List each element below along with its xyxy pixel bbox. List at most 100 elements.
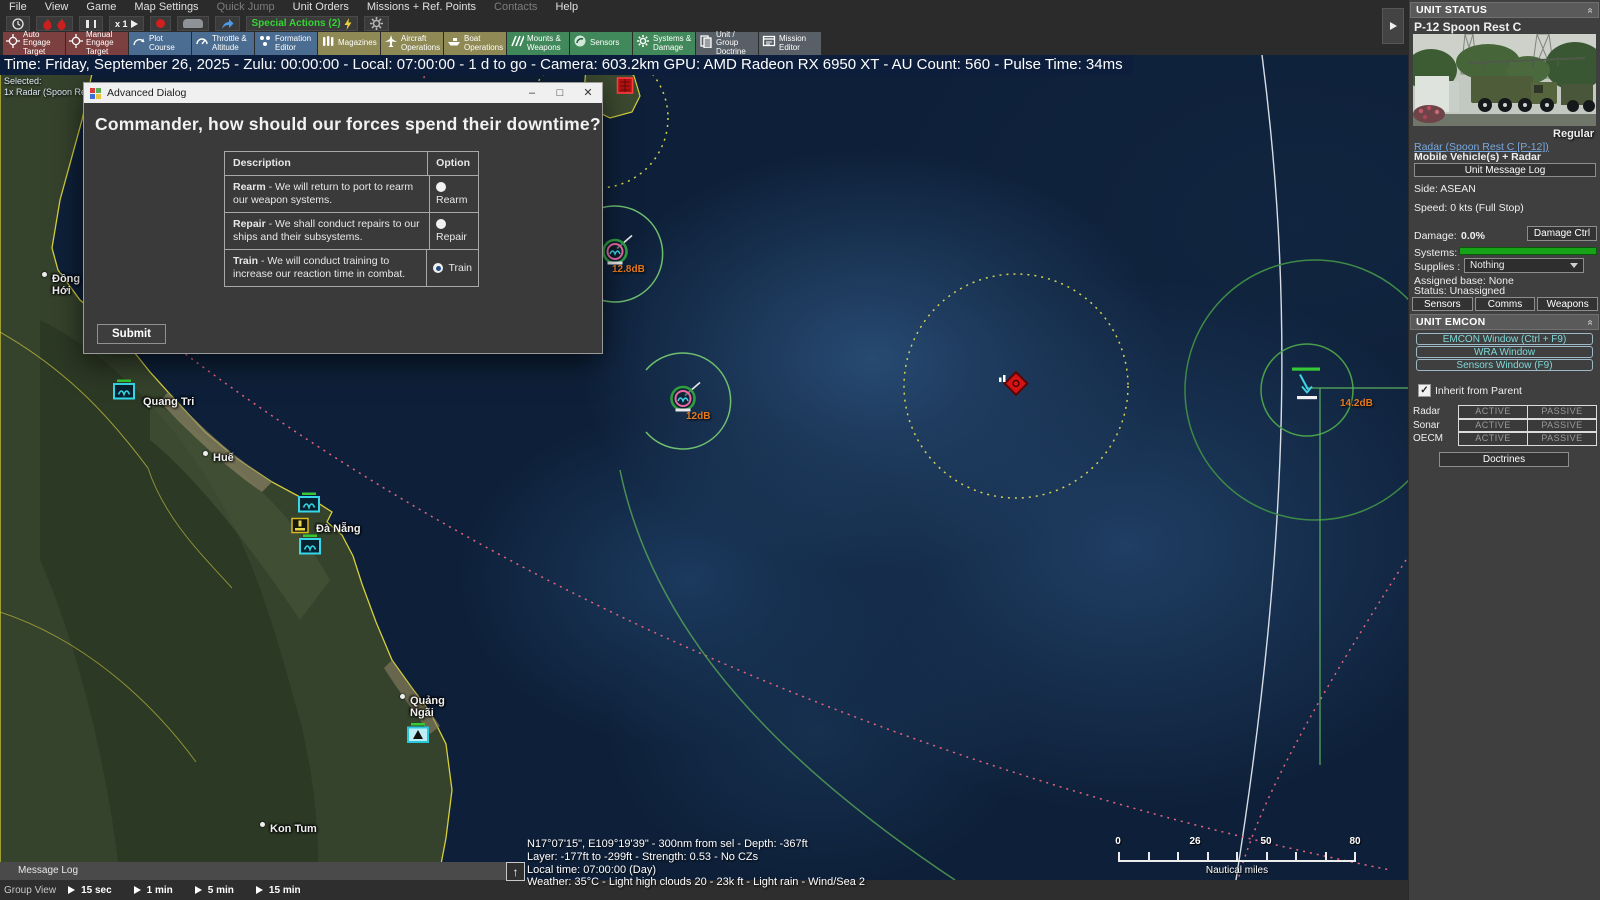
- menu-help[interactable]: Help: [546, 0, 587, 15]
- play-icon: [195, 886, 202, 894]
- radio-button[interactable]: [433, 263, 443, 273]
- sensors-window-f9-button[interactable]: Sensors Window (F9): [1416, 359, 1593, 371]
- hostile-diamond-symbol[interactable]: [996, 368, 1036, 405]
- radar-vehicle-symbol[interactable]: [112, 380, 138, 407]
- map-scale-bar: 0265080 Nautical miles: [1118, 836, 1356, 876]
- maximize-button[interactable]: □: [546, 83, 574, 103]
- menu-file[interactable]: File: [0, 0, 36, 15]
- supplies-dropdown[interactable]: Nothing: [1464, 258, 1584, 273]
- lightning-icon: [344, 18, 352, 30]
- settings-button[interactable]: [364, 16, 389, 31]
- radio-button[interactable]: [436, 182, 446, 192]
- inherit-checkbox[interactable]: ✓: [1418, 384, 1431, 397]
- scale-tick-label: 80: [1349, 836, 1360, 847]
- toolbar-throttle-altitude[interactable]: Throttle &Altitude: [192, 32, 254, 55]
- flame-icon: [56, 18, 67, 30]
- status-label: Status: Unassigned: [1414, 285, 1505, 297]
- radar-vehicle-symbol[interactable]: [298, 535, 324, 562]
- time-step-15-min[interactable]: 15 min: [256, 885, 301, 896]
- toolbar-aircraft-operations[interactable]: AircraftOperations: [381, 32, 443, 55]
- crosshair-icon: [69, 34, 83, 53]
- quick-action-bar: x 1 Special Actions (2): [0, 15, 1600, 32]
- clock-button[interactable]: [6, 16, 30, 31]
- emcon-window-ctrl-f9-button[interactable]: EMCON Window (Ctrl + F9): [1416, 333, 1593, 345]
- unit-tab-sensors[interactable]: Sensors: [1412, 297, 1473, 311]
- unit-emcon-header[interactable]: UNIT EMCON »: [1410, 314, 1599, 330]
- menu-missions-ref-points[interactable]: Missions + Ref. Points: [358, 0, 485, 15]
- intensity-button[interactable]: [36, 16, 73, 31]
- unit-status-header[interactable]: UNIT STATUS »: [1410, 2, 1599, 18]
- mission-icon: [762, 34, 776, 53]
- menu-game[interactable]: Game: [77, 0, 125, 15]
- emcon-radar-active[interactable]: ACTIVE: [1458, 405, 1528, 419]
- toolbar-systems-damage[interactable]: Systems &Damage: [633, 32, 695, 55]
- doctrine-icon: [699, 34, 713, 53]
- unit-message-log-button[interactable]: Unit Message Log: [1414, 163, 1596, 177]
- toolbar-mounts-weapons[interactable]: Mounts &Weapons: [507, 32, 569, 55]
- emcon-oecm-active[interactable]: ACTIVE: [1458, 432, 1528, 446]
- boat-icon: [447, 34, 461, 53]
- magazines-icon: [321, 34, 335, 53]
- emcon-sonar-active[interactable]: ACTIVE: [1458, 419, 1528, 433]
- damage-ctrl-button[interactable]: Damage Ctrl: [1527, 226, 1597, 241]
- mounts-icon: [510, 34, 524, 53]
- toolbar-auto-engage-target[interactable]: Auto EngageTarget: [3, 32, 65, 55]
- record-button[interactable]: [150, 16, 171, 31]
- scale-tick-label: 50: [1260, 836, 1271, 847]
- close-button[interactable]: ✕: [574, 83, 602, 103]
- dialog-table-header: DescriptionOption: [225, 152, 478, 175]
- sea-sensor-symbol[interactable]: [655, 375, 711, 428]
- systems-health-bar: [1459, 247, 1597, 255]
- radio-option-rearm[interactable]: Rearm: [430, 176, 478, 212]
- sam-symbol[interactable]: [406, 723, 430, 749]
- wra-window-button[interactable]: WRA Window: [1416, 346, 1593, 358]
- play-icon: [131, 20, 138, 28]
- pause-button[interactable]: [79, 16, 103, 31]
- hostile-square-symbol[interactable]: [616, 76, 635, 100]
- dialog-title-bar[interactable]: Advanced Dialog – □ ✕: [84, 83, 602, 103]
- time-step-1-min[interactable]: 1 min: [134, 885, 173, 896]
- time-step-5-min[interactable]: 5 min: [195, 885, 234, 896]
- menu-quick-jump[interactable]: Quick Jump: [208, 0, 284, 15]
- doctrines-button[interactable]: Doctrines: [1439, 452, 1569, 467]
- menu-contacts[interactable]: Contacts: [485, 0, 546, 15]
- toolbar-magazines[interactable]: Magazines: [318, 32, 380, 55]
- recorder-button[interactable]: [177, 16, 209, 31]
- toolbar-sensors[interactable]: Sensors: [570, 32, 632, 55]
- time-step-15-sec[interactable]: 15 sec: [68, 885, 112, 896]
- toolbar-manual-engage-target[interactable]: ManualEngage Target: [66, 32, 128, 55]
- time-compression-button[interactable]: x 1: [109, 16, 144, 31]
- expand-message-log-button[interactable]: ↑: [506, 862, 525, 881]
- systems-label: Systems:: [1414, 247, 1457, 259]
- minimize-button[interactable]: –: [518, 83, 546, 103]
- emcon-radar-passive[interactable]: PASSIVE: [1527, 405, 1597, 419]
- special-actions-button[interactable]: Special Actions (2): [246, 16, 358, 31]
- toolbar-plot-course[interactable]: Plot Course: [129, 32, 191, 55]
- city-label-hu: Huế: [213, 452, 253, 464]
- unit-tab-weapons[interactable]: Weapons: [1537, 297, 1598, 311]
- emcon-sonar-passive[interactable]: PASSIVE: [1527, 419, 1597, 433]
- toolbar-formation-editor[interactable]: FormationEditor: [255, 32, 317, 55]
- radio-option-train[interactable]: Train: [427, 250, 478, 286]
- jump-button[interactable]: [215, 16, 240, 31]
- menu-view[interactable]: View: [36, 0, 78, 15]
- aircraft-icon: [384, 34, 398, 53]
- unit-tab-comms[interactable]: Comms: [1475, 297, 1536, 311]
- unit-name: P-12 Spoon Rest C: [1414, 20, 1521, 34]
- dialog-table: DescriptionOptionRearm - We will return …: [224, 151, 479, 287]
- toolbar-mission-editor[interactable]: MissionEditor: [759, 32, 821, 55]
- radar-vehicle-symbol[interactable]: [297, 493, 323, 520]
- toolbar-boat-operations[interactable]: BoatOperations: [444, 32, 506, 55]
- radio-option-repair[interactable]: Repair: [430, 213, 478, 249]
- submit-button[interactable]: Submit: [97, 324, 166, 344]
- menu-unit-orders[interactable]: Unit Orders: [284, 0, 358, 15]
- menu-map-settings[interactable]: Map Settings: [125, 0, 207, 15]
- group-view-label[interactable]: Group View: [4, 885, 56, 896]
- ship-sensor-symbol[interactable]: [1284, 367, 1330, 414]
- emcon-oecm-passive[interactable]: PASSIVE: [1527, 432, 1597, 446]
- toolbar-unit-group-doctrine[interactable]: Unit / GroupDoctrine: [696, 32, 758, 55]
- message-log-bar[interactable]: Message Log: [0, 862, 512, 880]
- radio-button[interactable]: [436, 219, 446, 229]
- sidebar-collapse-button[interactable]: [1382, 8, 1404, 44]
- emcon-grid: RadarACTIVEPASSIVESonarACTIVEPASSIVEOECM…: [1413, 405, 1597, 446]
